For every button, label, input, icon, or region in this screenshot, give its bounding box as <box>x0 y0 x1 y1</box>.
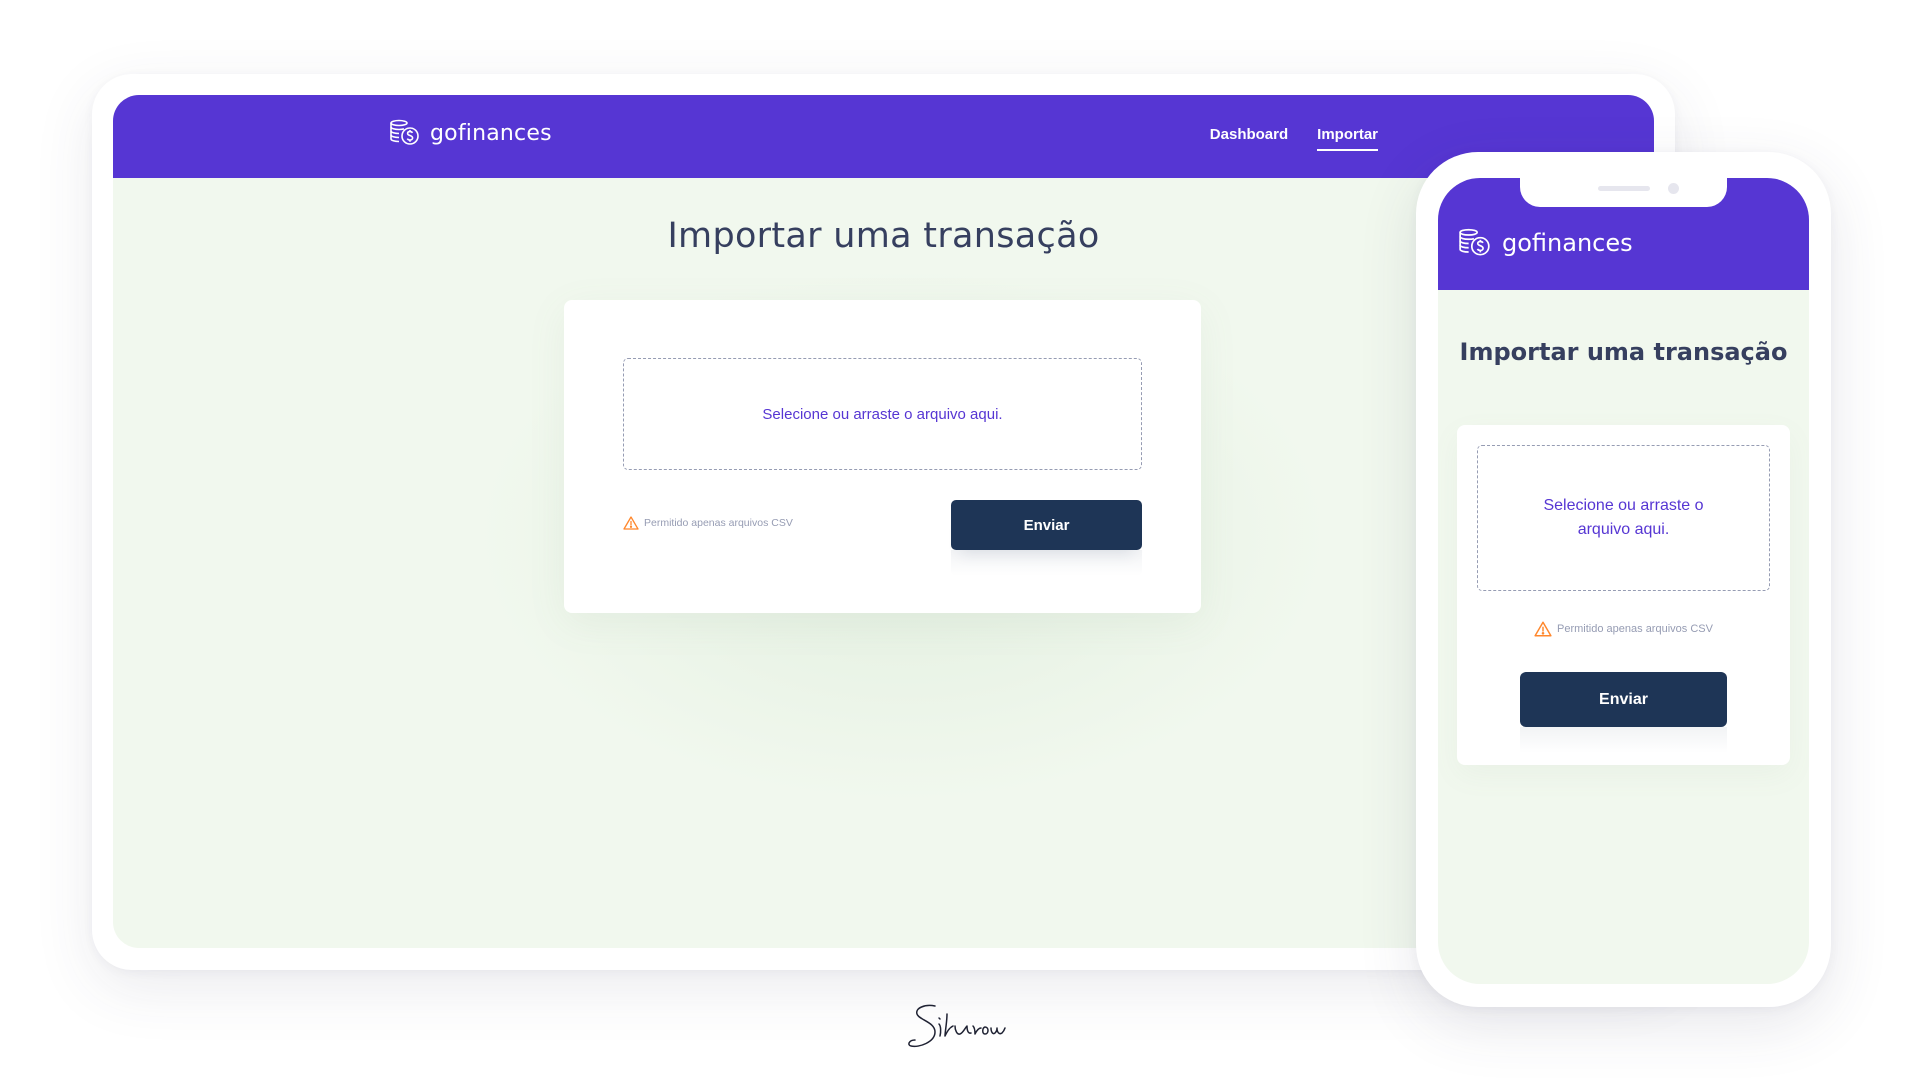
import-card-footer: Permitido apenas arquivos CSV Enviar <box>623 500 1142 576</box>
mobile-page-title: Importar uma transação <box>1459 338 1788 366</box>
phone-screen: gofinances Importar uma transação Seleci… <box>1438 178 1809 984</box>
file-dropzone[interactable]: Selecione ou arraste o arquivo aqui. <box>623 358 1142 470</box>
import-card: Selecione ou arraste o arquivo aqui. Per… <box>564 300 1201 613</box>
header: gofinances Dashboard Importar <box>113 95 1654 178</box>
phone-device-frame: gofinances Importar uma transação Seleci… <box>1416 152 1831 1007</box>
mobile-dropzone-text: Selecione ou arraste o arquivo aqui. <box>1543 497 1704 538</box>
hint-text: Permitido apenas arquivos CSV <box>644 517 793 529</box>
author-signature <box>908 1004 1006 1048</box>
mobile-header: gofinances <box>1438 178 1809 290</box>
warning-triangle-icon <box>623 516 639 530</box>
speaker <box>1598 186 1650 191</box>
file-type-hint: Permitido apenas arquivos CSV <box>623 516 793 530</box>
brand-name: gofinances <box>430 120 552 146</box>
mobile-import-card: Selecione ou arraste o arquivo aqui. Per… <box>1457 425 1790 765</box>
submit-button[interactable]: Enviar <box>951 500 1142 550</box>
dropzone-text: Selecione ou arraste o arquivo aqui. <box>762 405 1003 423</box>
nav-import-link[interactable]: Importar <box>1317 126 1378 151</box>
button-reflection <box>951 550 1142 576</box>
mobile-file-type-hint: Permitido apenas arquivos CSV <box>1457 621 1790 637</box>
warning-triangle-icon <box>1534 621 1552 637</box>
camera <box>1668 183 1679 194</box>
logo[interactable]: gofinances <box>389 119 552 147</box>
mobile-brand-name: gofinances <box>1502 229 1633 257</box>
mobile-submit-button[interactable]: Enviar <box>1520 672 1727 727</box>
nav-dashboard-link[interactable]: Dashboard <box>1210 126 1288 151</box>
mobile-hint-text: Permitido apenas arquivos CSV <box>1557 623 1713 635</box>
coins-dollar-icon <box>390 119 419 145</box>
main-nav: Dashboard Importar <box>1210 126 1378 151</box>
mobile-file-dropzone[interactable]: Selecione ou arraste o arquivo aqui. <box>1477 445 1770 591</box>
mobile-logo[interactable]: gofinances <box>1458 228 1633 258</box>
coins-dollar-icon <box>1459 228 1490 256</box>
phone-notch <box>1520 178 1727 207</box>
mobile-button-reflection <box>1520 727 1727 753</box>
